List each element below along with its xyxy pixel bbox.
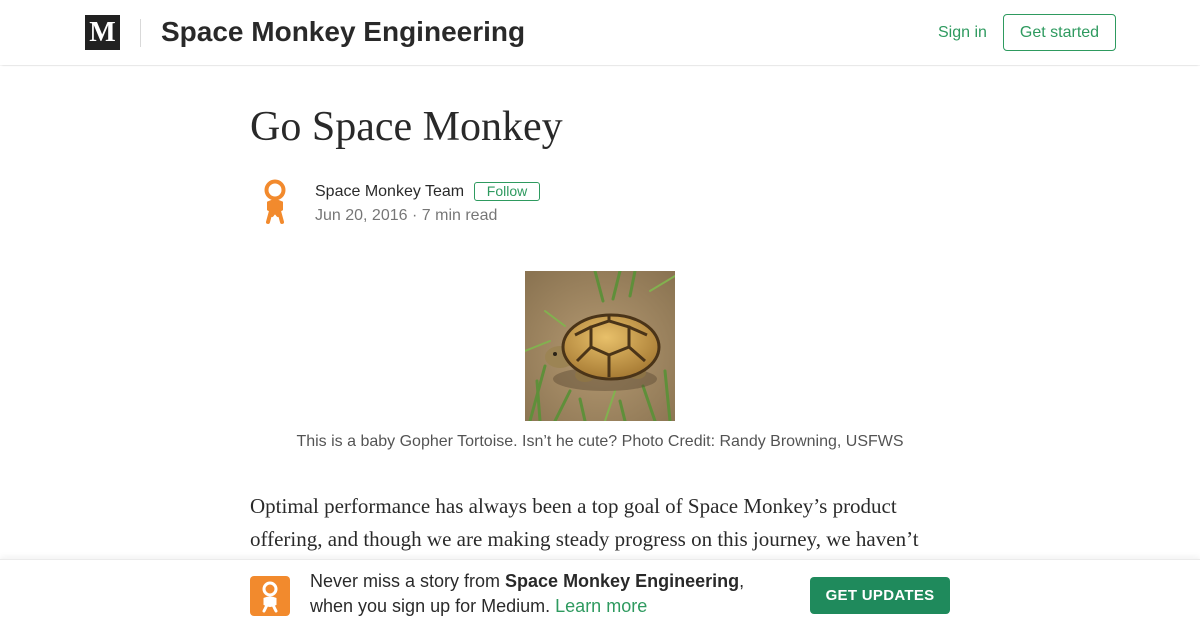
space-monkey-icon — [262, 581, 278, 613]
banner-text-suffix: , — [739, 571, 745, 591]
meta-separator: · — [411, 207, 418, 224]
learn-more-link[interactable]: Learn more — [555, 596, 647, 616]
article-meta: Jun 20, 2016 · 7 min read — [315, 205, 497, 227]
follow-button[interactable]: Follow — [474, 182, 540, 201]
author-avatar[interactable] — [254, 178, 296, 226]
banner-publication-name: Space Monkey Engineering — [505, 571, 740, 591]
gopher-tortoise-photo[interactable] — [525, 271, 675, 421]
publish-date[interactable]: Jun 20, 2016 — [315, 207, 408, 224]
banner-message: Never miss a story from Space Monkey Eng… — [310, 569, 780, 619]
author-name[interactable]: Space Monkey Team — [315, 181, 464, 203]
article-title: Go Space Monkey — [250, 104, 563, 150]
medium-logo-icon[interactable]: M — [85, 15, 120, 50]
photo-caption: This is a baby Gopher Tortoise. Isn’t he… — [296, 433, 904, 450]
get-updates-button[interactable]: GET UPDATES — [810, 577, 950, 614]
sign-in-link[interactable]: Sign in — [938, 22, 987, 44]
article-body-paragraph: Optimal performance has always been a to… — [250, 494, 919, 551]
top-navigation-bar: M Space Monkey Engineering Sign in Get s… — [0, 0, 1200, 65]
banner-text-line2: when you sign up for Medium. — [310, 596, 551, 616]
read-time: 7 min read — [421, 207, 498, 224]
banner-text-prefix: Never miss a story from — [310, 571, 506, 591]
nav-divider — [140, 19, 141, 47]
publication-logo[interactable] — [250, 576, 290, 616]
tortoise-photo-illustration — [525, 271, 675, 421]
publication-title[interactable]: Space Monkey Engineering — [161, 14, 525, 50]
space-monkey-icon — [264, 179, 286, 224]
subscribe-banner: Never miss a story from Space Monkey Eng… — [0, 559, 1200, 631]
get-started-button[interactable]: Get started — [1003, 14, 1116, 51]
